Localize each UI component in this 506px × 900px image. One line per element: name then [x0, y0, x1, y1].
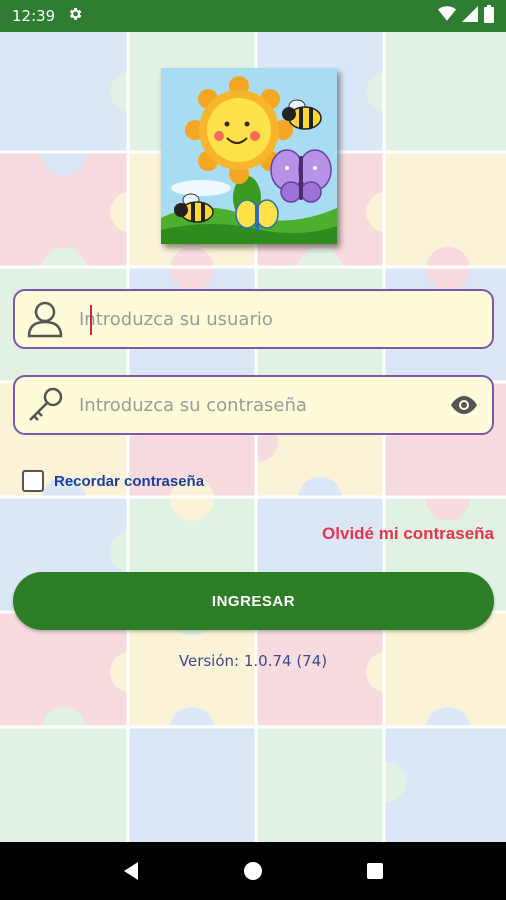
navigation-bar [0, 842, 506, 900]
password-input[interactable] [75, 385, 436, 425]
key-icon [15, 377, 75, 433]
recents-icon[interactable] [355, 851, 395, 891]
text-cursor [90, 305, 92, 335]
remember-checkbox[interactable] [22, 470, 44, 492]
status-bar: 12:39 [0, 0, 506, 32]
login-button[interactable]: INGRESAR [13, 572, 494, 630]
gear-icon [67, 6, 83, 26]
wifi-icon [438, 6, 456, 26]
version-text: Versión: 1.0.74 (74) [178, 652, 328, 670]
battery-icon [484, 5, 494, 27]
user-icon [15, 291, 75, 347]
remember-label[interactable]: Recordar contraseña [54, 473, 204, 490]
home-icon[interactable] [233, 851, 273, 891]
username-field[interactable] [13, 289, 494, 349]
status-time: 12:39 [12, 7, 56, 25]
login-screen: Recordar contraseña Olvidé mi contraseña… [0, 32, 506, 842]
app-logo [161, 68, 337, 244]
signal-icon [462, 6, 478, 26]
forgot-password-link[interactable]: Olvidé mi contraseña [322, 524, 494, 544]
eye-icon[interactable] [436, 377, 492, 433]
username-input[interactable] [75, 299, 492, 339]
back-icon[interactable] [111, 851, 151, 891]
remember-password[interactable]: Recordar contraseña [22, 470, 204, 492]
password-field[interactable] [13, 375, 494, 435]
